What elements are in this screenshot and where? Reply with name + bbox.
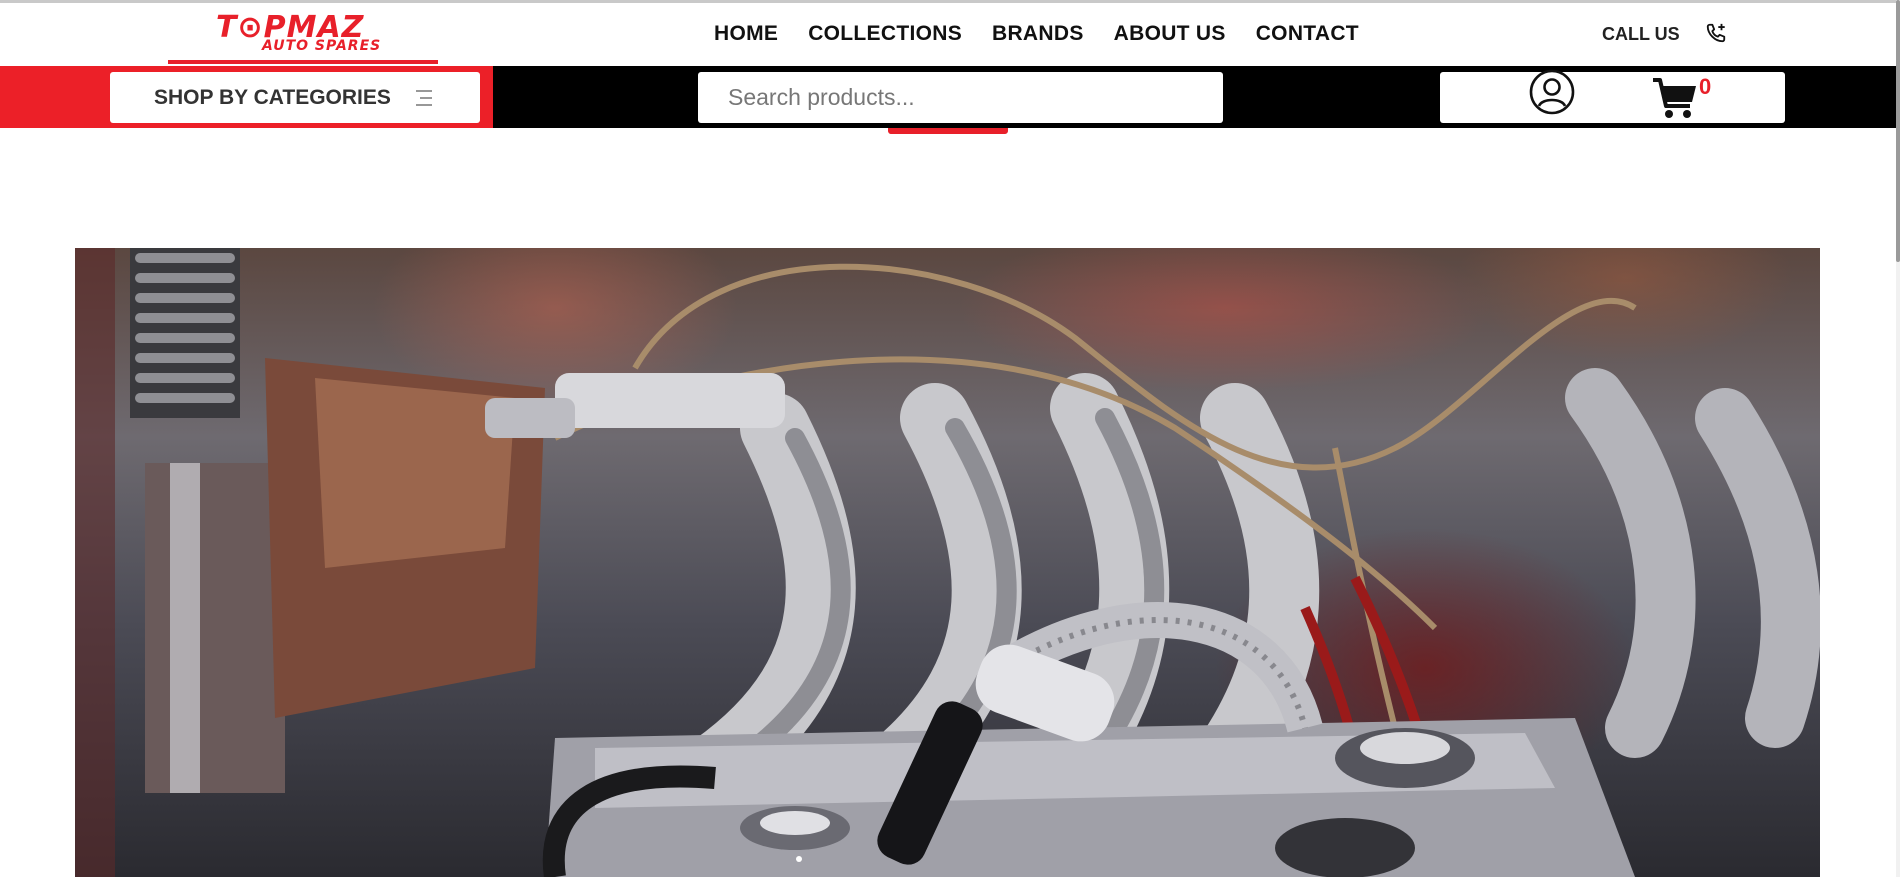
cart-count-badge: 0 bbox=[1699, 74, 1712, 99]
user-circle-icon[interactable] bbox=[1528, 68, 1576, 116]
nav-collections[interactable]: COLLECTIONS bbox=[808, 22, 962, 46]
main-nav: HOME COLLECTIONS BRANDS ABOUT US CONTACT bbox=[714, 22, 1359, 46]
scrollbar-thumb[interactable] bbox=[1896, 0, 1900, 262]
logo-underline bbox=[168, 60, 438, 64]
nav-contact[interactable]: CONTACT bbox=[1256, 22, 1359, 46]
hero-banner-image bbox=[75, 248, 1820, 877]
logo-subtext: AUTO SPARES bbox=[262, 38, 382, 54]
phone-plus-icon[interactable] bbox=[1705, 22, 1727, 44]
shop-by-categories-button[interactable]: SHOP BY CATEGORIES bbox=[110, 72, 480, 123]
carousel-indicator[interactable] bbox=[796, 856, 802, 862]
search-input[interactable] bbox=[698, 72, 1223, 123]
nav-about-us[interactable]: ABOUT US bbox=[1114, 22, 1226, 46]
logo[interactable]: T⊙PMAZ AUTO SPARES bbox=[212, 10, 382, 58]
menu-icon bbox=[416, 90, 432, 106]
top-border bbox=[0, 0, 1900, 3]
nav-brands[interactable]: BRANDS bbox=[992, 22, 1084, 46]
account-cart-panel bbox=[1440, 72, 1785, 123]
call-us-label[interactable]: CALL US bbox=[1602, 24, 1680, 45]
engine-photo-illustration bbox=[75, 248, 1820, 877]
categories-label: SHOP BY CATEGORIES bbox=[154, 86, 391, 109]
shopping-cart-icon[interactable] bbox=[1652, 76, 1698, 120]
nav-home[interactable]: HOME bbox=[714, 22, 778, 46]
search-accent bbox=[888, 128, 1008, 134]
